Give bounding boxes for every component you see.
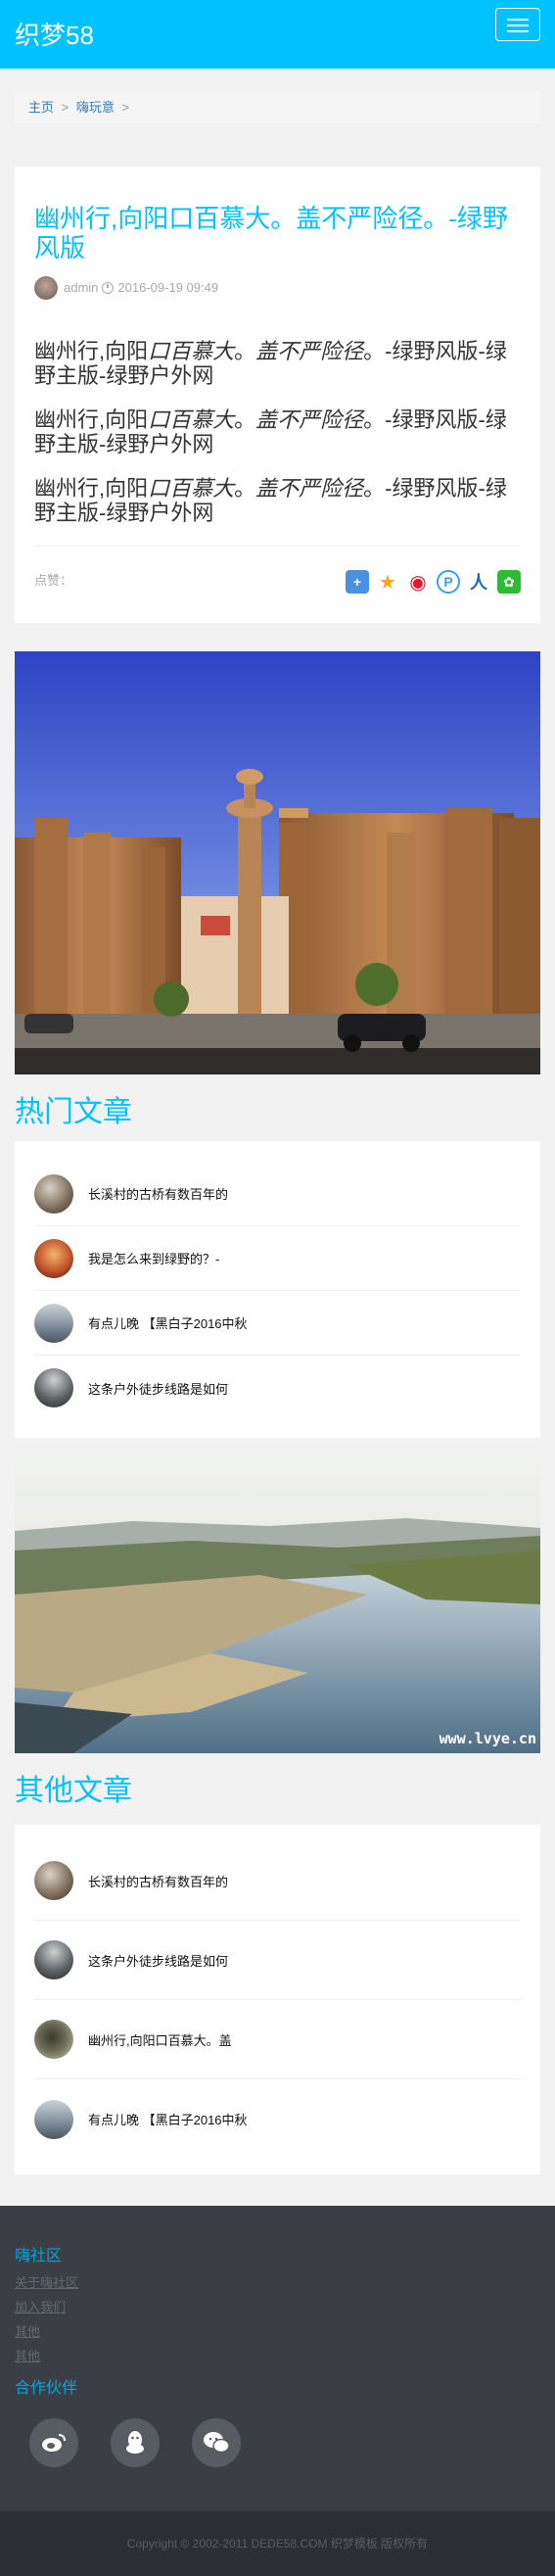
- tencent-weibo-icon[interactable]: P: [437, 570, 460, 594]
- breadcrumb-category-link[interactable]: 嗨玩意: [76, 100, 115, 115]
- footer-partner-title: 合作伙伴: [15, 2380, 78, 2397]
- list-item[interactable]: 长溪村的古桥有数百年的: [34, 1841, 521, 1921]
- banner-image-architecture[interactable]: [15, 651, 540, 1074]
- clock-icon: [102, 282, 115, 294]
- footer-link-other[interactable]: 其他: [15, 2321, 40, 2340]
- thumbnail: [34, 1173, 73, 1214]
- footer-link-about[interactable]: 关于嗨社区: [15, 2272, 78, 2291]
- copyright-text: Copyright © 2002-2011 DEDE58.COM 织梦模板 版权…: [0, 2511, 555, 2576]
- article-paragraph: 幽州行,向阳口百慕大。盖不严险径。-绿野风版-绿野主版-绿野户外网: [34, 339, 507, 388]
- share-bar: + ★ ◉ P 人 ✿: [346, 570, 521, 594]
- site-brand[interactable]: 织梦58: [15, 16, 94, 52]
- publish-date: 2016-09-19 09:49: [117, 280, 219, 295]
- author-name[interactable]: admin: [64, 277, 98, 299]
- list-item[interactable]: 幽州行,向阳口百慕大。盖: [34, 2000, 521, 2079]
- thumbnail: [34, 1368, 73, 1407]
- list-item-title[interactable]: 这条户外徒步线路是如何: [88, 1379, 228, 1398]
- article-title: 幽州行,向阳口百慕大。盖不严险径。-绿野风版: [34, 204, 508, 262]
- list-item-title[interactable]: 我是怎么来到绿野的？-: [88, 1249, 219, 1267]
- image-watermark: www.lvye.cn: [439, 1730, 536, 1747]
- list-item[interactable]: 有点儿晚 【黑白子2016中秋: [34, 2079, 521, 2159]
- top-navbar: 织梦58: [0, 0, 555, 69]
- article-paragraph: 幽州行,向阳口百慕大。盖不严险径。-绿野风版-绿野主版-绿野户外网: [34, 407, 507, 456]
- menu-toggle-button[interactable]: [495, 8, 540, 41]
- list-item[interactable]: 这条户外徒步线路是如何: [34, 1921, 521, 2000]
- site-footer: [0, 2206, 555, 2511]
- article-meta: admin 2016-09-19 09:49: [34, 276, 218, 300]
- thumbnail: [34, 2020, 73, 2059]
- list-item[interactable]: 我是怎么来到绿野的？-: [34, 1226, 521, 1291]
- thumbnail: [34, 2099, 73, 2139]
- footer-weibo-icon[interactable]: [29, 2418, 78, 2467]
- thumbnail: [34, 1238, 73, 1278]
- footer-qq-icon[interactable]: [111, 2418, 160, 2467]
- list-item-title[interactable]: 有点儿晚 【黑白子2016中秋: [88, 1313, 248, 1332]
- breadcrumb-separator: >: [121, 100, 130, 115]
- renren-icon[interactable]: 人: [467, 570, 490, 594]
- other-articles-list: 长溪村的古桥有数百年的 这条户外徒步线路是如何 幽州行,向阳口百慕大。盖 有点儿…: [15, 1825, 540, 2174]
- breadcrumb: 主页 > 嗨玩意 >: [15, 90, 540, 124]
- qzone-icon[interactable]: ★: [376, 570, 399, 594]
- list-item[interactable]: 这条户外徒步线路是如何: [34, 1356, 521, 1420]
- wechat-icon[interactable]: ✿: [497, 570, 521, 594]
- thumbnail: [34, 1303, 73, 1343]
- list-item[interactable]: 长溪村的古桥有数百年的: [34, 1162, 521, 1226]
- footer-link-join[interactable]: 加入我们: [15, 2297, 66, 2315]
- banner-image-river[interactable]: www.lvye.cn: [15, 1457, 540, 1753]
- footer-about-title: 嗨社区: [15, 2248, 63, 2265]
- hamburger-icon: [507, 19, 529, 21]
- list-item-title[interactable]: 长溪村的古桥有数百年的: [88, 1184, 228, 1203]
- breadcrumb-home-link[interactable]: 主页: [28, 100, 54, 115]
- article-card: 幽州行,向阳口百慕大。盖不严险径。-绿野风版 admin 2016-09-19 …: [15, 167, 540, 623]
- list-item-title[interactable]: 长溪村的古桥有数百年的: [88, 1872, 228, 1890]
- thumbnail: [34, 1861, 73, 1900]
- list-item-title[interactable]: 有点儿晚 【黑白子2016中秋: [88, 2110, 248, 2128]
- breadcrumb-separator: >: [61, 100, 69, 115]
- hot-articles-list: 长溪村的古桥有数百年的 我是怎么来到绿野的？- 有点儿晚 【黑白子2016中秋 …: [15, 1141, 540, 1438]
- footer-link-other[interactable]: 其他: [15, 2346, 40, 2364]
- share-more-icon[interactable]: +: [346, 570, 369, 594]
- thumbnail: [34, 1940, 73, 1980]
- footer-wechat-icon[interactable]: [192, 2418, 241, 2467]
- list-item-title[interactable]: 幽州行,向阳口百慕大。盖: [88, 2030, 232, 2049]
- weibo-icon[interactable]: ◉: [406, 570, 430, 594]
- other-articles-title: 其他文章: [15, 1775, 132, 1807]
- list-item-title[interactable]: 这条户外徒步线路是如何: [88, 1951, 228, 1970]
- divider: [34, 546, 521, 547]
- list-item[interactable]: 有点儿晚 【黑白子2016中秋: [34, 1291, 521, 1356]
- article-paragraph: 幽州行,向阳口百慕大。盖不严险径。-绿野风版-绿野主版-绿野户外网: [34, 476, 507, 525]
- like-label[interactable]: 点赞：: [34, 570, 72, 589]
- author-avatar: [34, 276, 58, 300]
- hot-articles-title: 热门文章: [15, 1096, 132, 1128]
